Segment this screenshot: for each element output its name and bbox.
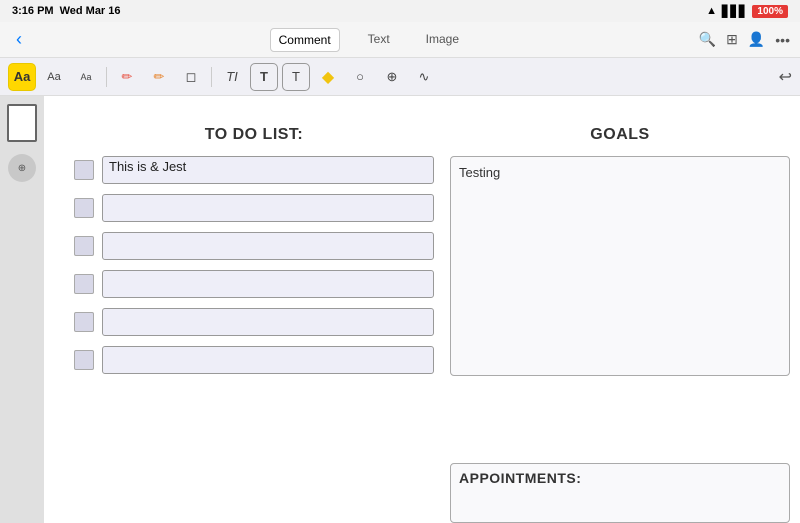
page-thumbnail-1[interactable] bbox=[7, 104, 37, 142]
tool-font-bold[interactable]: Aa bbox=[8, 63, 36, 91]
nav-right-icons: 🔍 ⊞ 👤 ••• bbox=[699, 31, 790, 48]
todo-input-6[interactable] bbox=[102, 346, 434, 374]
undo-button[interactable]: ↩ bbox=[779, 67, 792, 87]
todo-input-2[interactable] bbox=[102, 194, 434, 222]
todo-checkbox-3[interactable] bbox=[74, 236, 94, 256]
tab-image[interactable]: Image bbox=[418, 28, 467, 52]
todo-row-1: This is & Jest bbox=[74, 156, 434, 184]
status-right: ▲ ▋▋▋ 100% bbox=[706, 5, 788, 18]
tool-stamp[interactable]: ⊕ bbox=[378, 63, 406, 91]
more-icon[interactable]: ••• bbox=[775, 32, 790, 48]
nav-bar: ‹ Comment Text Image 🔍 ⊞ 👤 ••• bbox=[0, 22, 800, 58]
person-icon[interactable]: 👤 bbox=[748, 31, 765, 48]
todo-checkbox-5[interactable] bbox=[74, 312, 94, 332]
tool-eraser[interactable]: ◻ bbox=[177, 63, 205, 91]
todo-checkbox-1[interactable] bbox=[74, 160, 94, 180]
todo-row-3 bbox=[74, 232, 434, 260]
page-content: TO DO LIST: This is & Jest bbox=[44, 96, 800, 523]
status-bar: 3:16 PM Wed Mar 16 ▲ ▋▋▋ 100% bbox=[0, 0, 800, 22]
stamp-tool-icon[interactable]: ⊕ bbox=[8, 154, 36, 182]
appointments-title: APPOINTMENTS: bbox=[459, 470, 781, 486]
todo-section: TO DO LIST: This is & Jest bbox=[74, 126, 434, 374]
canvas-area: ⊕ TO DO LIST: This is & Jest bbox=[0, 96, 800, 523]
todo-input-3[interactable] bbox=[102, 232, 434, 260]
status-left: 3:16 PM Wed Mar 16 bbox=[12, 5, 121, 17]
todo-input-5[interactable] bbox=[102, 308, 434, 336]
page-sidebar: ⊕ bbox=[0, 96, 44, 523]
goals-title: GOALS bbox=[450, 126, 790, 144]
tab-comment[interactable]: Comment bbox=[270, 28, 340, 52]
todo-checkbox-4[interactable] bbox=[74, 274, 94, 294]
tool-highlight[interactable]: ◆ bbox=[314, 63, 342, 91]
tool-shape[interactable]: ○ bbox=[346, 63, 374, 91]
todo-input-4[interactable] bbox=[102, 270, 434, 298]
tool-text-ti[interactable]: TI bbox=[218, 63, 246, 91]
date-display: Wed Mar 16 bbox=[60, 5, 121, 17]
todo-items-list: This is & Jest bbox=[74, 156, 434, 374]
search-icon[interactable]: 🔍 bbox=[699, 31, 716, 48]
tab-text[interactable]: Text bbox=[360, 28, 398, 52]
todo-title: TO DO LIST: bbox=[74, 126, 434, 144]
tool-font-small[interactable]: Aa bbox=[72, 63, 100, 91]
signal-icon: ▋▋▋ bbox=[722, 5, 747, 18]
tool-pen-orange[interactable]: ✏ bbox=[145, 63, 173, 91]
goals-section: GOALS Testing bbox=[450, 126, 790, 376]
grid-icon[interactable]: ⊞ bbox=[726, 31, 738, 48]
todo-input-1[interactable]: This is & Jest bbox=[102, 156, 434, 184]
toolbar-separator-2 bbox=[211, 67, 212, 87]
tool-draw[interactable]: ∿ bbox=[410, 63, 438, 91]
tool-font-medium[interactable]: Aa bbox=[40, 63, 68, 91]
wifi-icon: ▲ bbox=[706, 5, 717, 17]
goals-content-box[interactable]: Testing bbox=[450, 156, 790, 376]
appointments-section: APPOINTMENTS: bbox=[450, 463, 790, 523]
back-button[interactable]: ‹ bbox=[10, 27, 28, 52]
battery-indicator: 100% bbox=[752, 5, 788, 18]
nav-tabs: Comment Text Image bbox=[38, 28, 699, 52]
todo-checkbox-6[interactable] bbox=[74, 350, 94, 370]
todo-row-2 bbox=[74, 194, 434, 222]
tool-text-box2[interactable]: T bbox=[282, 63, 310, 91]
appointments-box[interactable]: APPOINTMENTS: bbox=[450, 463, 790, 523]
tool-text-box1[interactable]: T bbox=[250, 63, 278, 91]
goals-text: Testing bbox=[459, 165, 500, 180]
time-display: 3:16 PM bbox=[12, 5, 54, 17]
todo-checkbox-2[interactable] bbox=[74, 198, 94, 218]
toolbar-separator-1 bbox=[106, 67, 107, 87]
toolbar: Aa Aa Aa ✏ ✏ ◻ TI T T ◆ ○ ⊕ ∿ ↩ bbox=[0, 58, 800, 96]
todo-row-5 bbox=[74, 308, 434, 336]
todo-row-6 bbox=[74, 346, 434, 374]
tool-pen-red[interactable]: ✏ bbox=[113, 63, 141, 91]
todo-row-4 bbox=[74, 270, 434, 298]
